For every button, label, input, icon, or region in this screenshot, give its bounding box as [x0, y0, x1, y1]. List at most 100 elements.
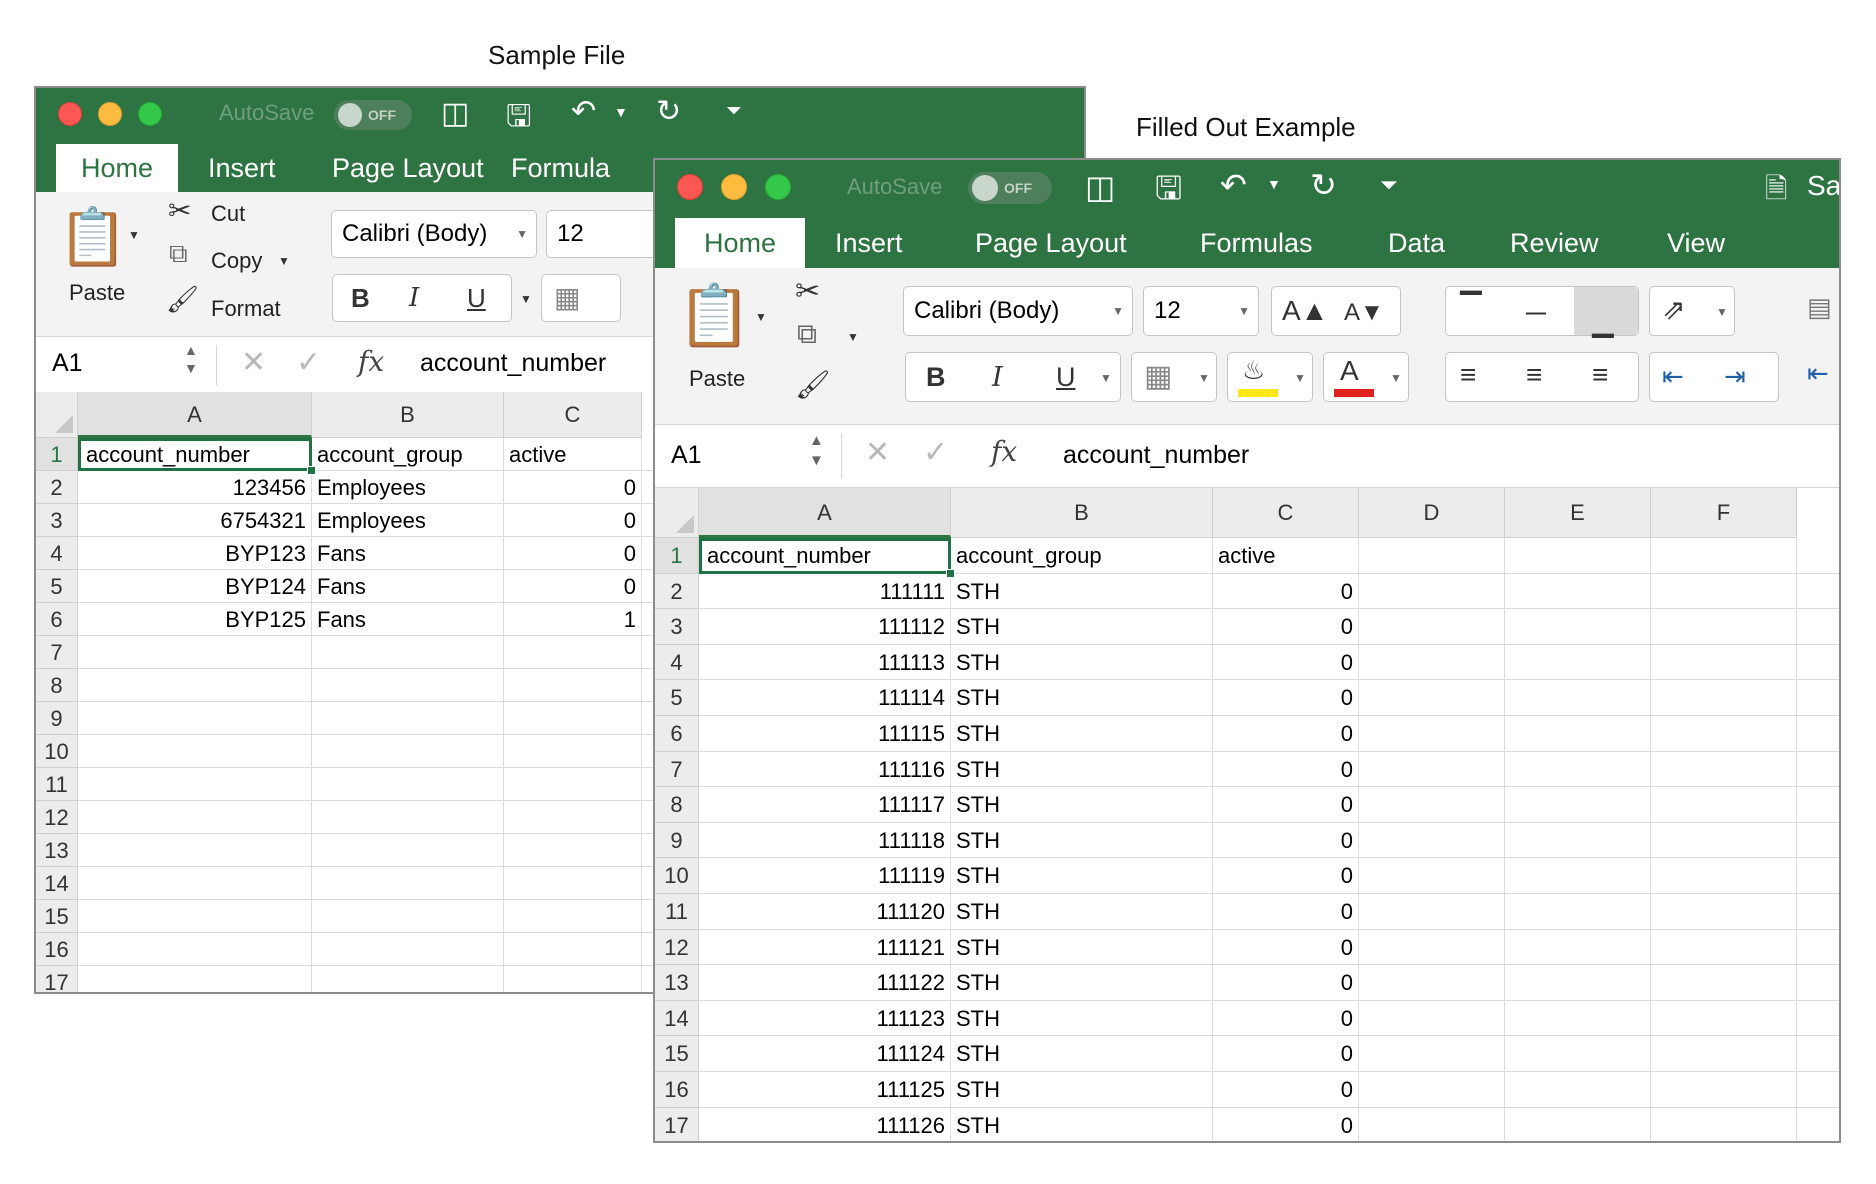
cut-icon[interactable]: ✂	[168, 194, 191, 227]
row-header[interactable]: 15	[36, 900, 78, 933]
cell-c3[interactable]: 0	[504, 504, 642, 537]
cell-c17[interactable]	[504, 966, 642, 992]
close-window-button[interactable]	[677, 174, 703, 200]
cell-d14[interactable]	[1359, 1000, 1505, 1037]
cell-a7[interactable]	[78, 636, 312, 669]
cell-f12[interactable]	[1651, 929, 1797, 966]
cell-b6[interactable]: Fans	[312, 603, 504, 636]
cell-b12[interactable]: STH	[951, 929, 1213, 966]
paste-icon[interactable]: 📋	[677, 280, 752, 351]
cell-f8[interactable]	[1651, 787, 1797, 823]
cell-d7[interactable]	[1359, 751, 1505, 788]
cell-f7[interactable]	[1651, 751, 1797, 788]
column-header-d[interactable]: D	[1359, 488, 1505, 538]
cell-b8[interactable]	[312, 669, 504, 702]
autosave-toggle[interactable]: OFF	[334, 100, 412, 130]
cell-a6[interactable]: BYP125	[78, 603, 312, 636]
cell-overflow[interactable]	[1797, 858, 1839, 894]
cell-a5[interactable]: 111114	[699, 680, 951, 716]
cell-overflow[interactable]	[1797, 930, 1839, 966]
cell-overflow[interactable]	[1797, 680, 1839, 716]
cell-b2[interactable]: STH	[951, 573, 1213, 610]
align-top-icon[interactable]: ▔	[1460, 291, 1482, 324]
cell-d13[interactable]	[1359, 965, 1505, 1001]
fill-handle[interactable]	[307, 466, 316, 475]
cell-a1[interactable]: account_number	[78, 438, 312, 471]
cell-overflow[interactable]	[1797, 1072, 1839, 1108]
font-size-select[interactable]: 12 ▼	[1143, 286, 1259, 336]
row-header[interactable]: 7	[655, 751, 699, 788]
tab-home[interactable]: Home	[56, 144, 178, 192]
wrap-text-icon[interactable]: ▤	[1807, 292, 1832, 323]
font-name-select[interactable]: Calibri (Body) ▼	[331, 210, 537, 258]
row-header[interactable]: 3	[655, 609, 699, 645]
row-header[interactable]: 8	[36, 669, 78, 702]
cell-overflow[interactable]	[1797, 823, 1839, 859]
cell-c17[interactable]: 0	[1213, 1107, 1359, 1141]
cell-b15[interactable]	[312, 900, 504, 933]
row-header[interactable]: 4	[36, 537, 78, 570]
cell-e17[interactable]	[1505, 1107, 1651, 1141]
cell-overflow[interactable]	[1797, 574, 1839, 610]
cell-e6[interactable]	[1505, 716, 1651, 752]
cell-a7[interactable]: 111116	[699, 751, 951, 788]
cell-c9[interactable]	[504, 702, 642, 735]
tab-view[interactable]: View	[1667, 218, 1725, 268]
row-header[interactable]: 2	[655, 573, 699, 610]
row-header[interactable]: 10	[36, 735, 78, 768]
cell-overflow[interactable]	[1797, 787, 1839, 823]
cell-d2[interactable]	[1359, 573, 1505, 610]
cell-c7[interactable]: 0	[1213, 751, 1359, 788]
cell-f4[interactable]	[1651, 644, 1797, 681]
row-header[interactable]: 11	[655, 894, 699, 930]
font-color-button[interactable]: A ▼	[1323, 352, 1409, 402]
format-painter-icon[interactable]: 🖌	[795, 368, 831, 401]
orientation-button[interactable]: ⇗ ▼	[1649, 286, 1735, 336]
cell-b5[interactable]: STH	[951, 680, 1213, 716]
cell-a8[interactable]	[78, 669, 312, 702]
align-left-icon[interactable]: ≡	[1460, 359, 1476, 391]
cell-c14[interactable]: 0	[1213, 1000, 1359, 1037]
cell-c8[interactable]	[504, 669, 642, 702]
cell-b11[interactable]	[312, 768, 504, 801]
cell-f15[interactable]	[1651, 1036, 1797, 1072]
cell-e2[interactable]	[1505, 573, 1651, 610]
tab-insert[interactable]: Insert	[835, 218, 903, 268]
cell-c12[interactable]: 0	[1213, 929, 1359, 966]
row-header[interactable]: 13	[36, 834, 78, 867]
cut-label[interactable]: Cut	[211, 201, 245, 227]
insert-function-icon[interactable]: fx	[991, 435, 1017, 468]
cell-e3[interactable]	[1505, 609, 1651, 645]
cell-b3[interactable]: STH	[951, 609, 1213, 645]
cell-c7[interactable]	[504, 636, 642, 669]
cell-c16[interactable]: 0	[1213, 1072, 1359, 1108]
cell-a3[interactable]: 6754321	[78, 504, 312, 537]
column-header-a[interactable]: A	[78, 392, 312, 438]
cell-e1[interactable]	[1505, 538, 1651, 574]
cell-a6[interactable]: 111115	[699, 716, 951, 752]
cell-d5[interactable]	[1359, 680, 1505, 716]
cell-e11[interactable]	[1505, 894, 1651, 930]
font-size-select[interactable]: 12	[546, 210, 656, 258]
cell-d17[interactable]	[1359, 1107, 1505, 1141]
cell-c5[interactable]: 0	[1213, 680, 1359, 716]
cell-a1[interactable]: account_number	[699, 538, 951, 574]
font-name-select[interactable]: Calibri (Body) ▼	[903, 286, 1133, 336]
cell-f2[interactable]	[1651, 573, 1797, 610]
row-header[interactable]: 5	[655, 680, 699, 716]
cell-c10[interactable]	[504, 735, 642, 768]
row-header[interactable]: 6	[36, 603, 78, 636]
undo-dropdown-icon[interactable]: ▼	[1267, 176, 1281, 192]
cell-b14[interactable]	[312, 867, 504, 900]
bold-button[interactable]: B	[926, 362, 946, 393]
cell-b16[interactable]	[312, 933, 504, 966]
cell-b5[interactable]: Fans	[312, 570, 504, 603]
underline-dropdown-icon[interactable]: ▼	[520, 292, 532, 306]
cell-e12[interactable]	[1505, 929, 1651, 966]
row-header[interactable]: 6	[655, 716, 699, 752]
cell-a12[interactable]	[78, 801, 312, 834]
cell-overflow[interactable]	[1797, 538, 1839, 574]
row-header[interactable]: 17	[36, 966, 78, 992]
tab-page-layout[interactable]: Page Layout	[975, 218, 1127, 268]
cell-d3[interactable]	[1359, 609, 1505, 645]
